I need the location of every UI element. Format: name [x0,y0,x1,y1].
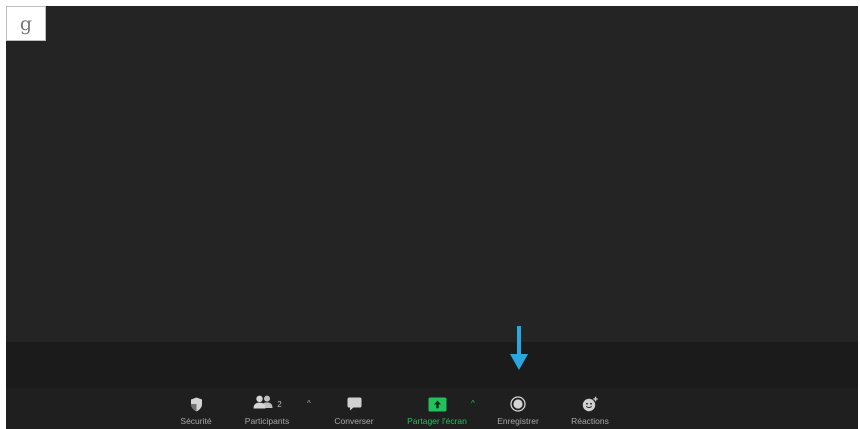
reactions-button[interactable]: Réactions [562,396,618,426]
share-screen-label: Partager l'écran [407,416,467,426]
smiley-plus-icon [582,396,599,412]
chat-bubble-icon [347,396,362,412]
video-area [6,6,858,342]
participants-options-caret-icon[interactable]: ^ [307,400,311,408]
record-label: Enregistrer [497,416,539,426]
participants-label: Participants [244,416,290,426]
share-screen-button[interactable]: Partager l'écran [395,396,479,426]
participants-icon-group: 2 [252,395,282,414]
participants-button[interactable]: 2 Participants [230,395,304,426]
chat-button[interactable]: Converser [326,396,382,426]
share-screen-up-arrow-icon [428,396,447,412]
security-label: Sécurité [180,416,212,426]
meeting-toolbar: Sécurité 2 Participants ^ Converser Part… [6,388,858,429]
annotation-arrow-down-icon [510,326,528,370]
security-button[interactable]: Sécurité [174,396,218,426]
share-options-caret-icon[interactable]: ^ [471,400,475,408]
reactions-label: Réactions [571,416,609,426]
participant-count: 2 [277,399,282,409]
record-circle-icon [510,396,526,412]
people-icon [252,395,274,414]
meeting-window: Sécurité 2 Participants ^ Converser Part… [6,6,858,429]
record-button[interactable]: Enregistrer [488,396,548,426]
shield-icon [190,396,203,412]
video-bottom-strip [6,342,858,388]
participant-thumbnail[interactable]: g [6,6,46,41]
thumbnail-letter: g [19,12,33,35]
chat-label: Converser [334,416,374,426]
